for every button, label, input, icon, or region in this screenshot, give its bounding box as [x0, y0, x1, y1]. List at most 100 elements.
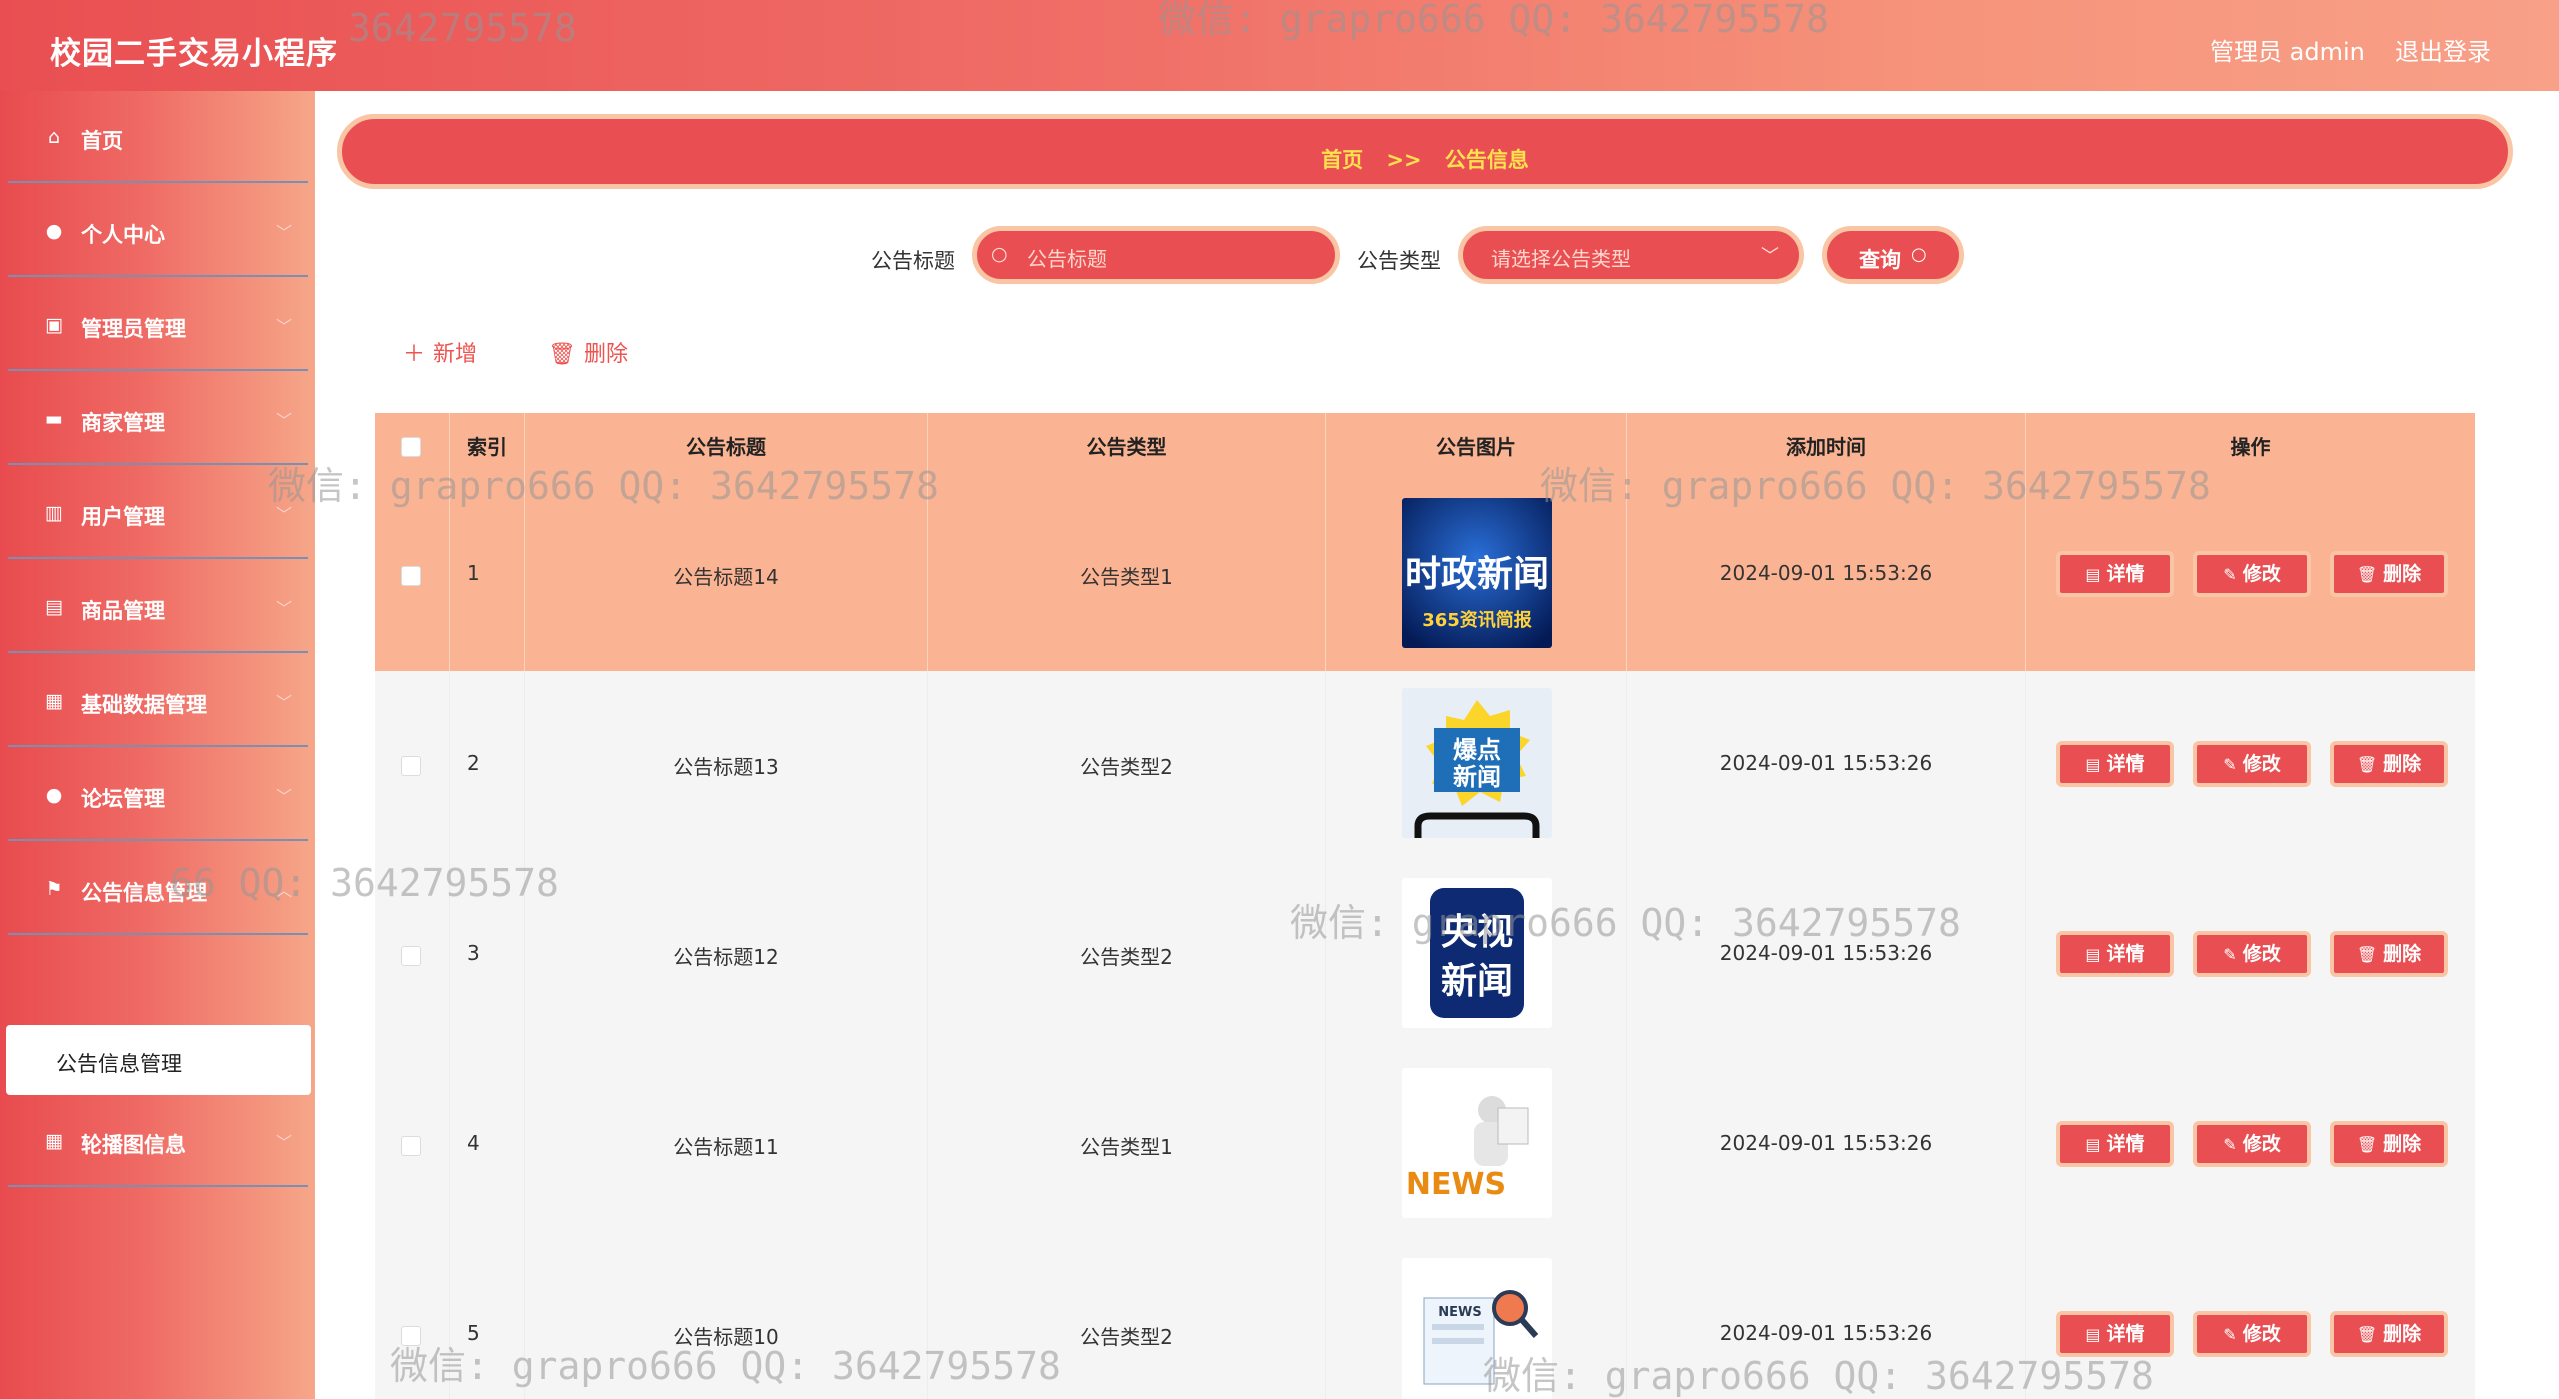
sidebar-item-label: 个人中心	[81, 223, 165, 247]
notice-image: 时政新闻 365资讯简报	[1402, 498, 1552, 648]
row-checkbox[interactable]	[401, 1326, 421, 1346]
notice-image: 央视 新闻	[1402, 878, 1552, 1028]
edit-button[interactable]: ✎ 修改	[2193, 931, 2311, 977]
edit-button[interactable]: ✎ 修改	[2193, 1121, 2311, 1167]
app-title: 校园二手交易小程序	[50, 36, 338, 72]
row-title: 公告标题10	[673, 1325, 779, 1349]
chevron-down-icon: ﹀	[276, 411, 293, 430]
sidebar-item-profile[interactable]: ● 个人中心 ﹀	[8, 185, 308, 277]
sidebar-subitem-notice-manage[interactable]: 公告信息管理	[6, 1025, 311, 1095]
sidebar-item-notice[interactable]: ⚑ 公告信息管理 ︿	[8, 843, 308, 935]
header-title: 公告标题	[525, 413, 928, 481]
add-button[interactable]: ＋ 新增	[403, 336, 477, 368]
batch-delete-button[interactable]: 🗑 删除	[548, 336, 628, 368]
row-time: 2024-09-01 15:53:26	[1719, 751, 1933, 775]
svg-text:NEWS: NEWS	[1406, 1167, 1506, 1202]
row-checkbox[interactable]	[401, 946, 421, 966]
chevron-down-icon: ﹀	[1761, 246, 1779, 267]
row-time: 2024-09-01 15:53:26	[1719, 1131, 1933, 1155]
edit-button[interactable]: ✎ 修改	[2193, 1311, 2311, 1357]
delete-button[interactable]: 🗑 删除	[2330, 1121, 2448, 1167]
svg-text:时政新闻: 时政新闻	[1405, 554, 1549, 595]
edit-icon: ✎	[2223, 945, 2237, 964]
user-icon: ●	[45, 220, 63, 242]
trash-icon: 🗑	[2356, 755, 2378, 774]
delete-button[interactable]: 🗑 删除	[2330, 931, 2448, 977]
chevron-up-icon: ︿	[276, 881, 293, 900]
notice-image: NEWS	[1402, 1258, 1552, 1399]
edit-button[interactable]: ✎ 修改	[2193, 741, 2311, 787]
chevron-down-icon: ﹀	[276, 223, 293, 242]
type-select-placeholder: 请选择公告类型	[1491, 247, 1631, 271]
document-icon: ▤	[2085, 755, 2101, 774]
sidebar-item-forum[interactable]: ● 论坛管理 ﹀	[8, 749, 308, 841]
query-button[interactable]: 查询 ○	[1822, 226, 1964, 284]
top-header: 校园二手交易小程序 管理员 admin 退出登录	[0, 0, 2559, 91]
archive-icon: ▤	[45, 596, 63, 618]
document-icon: ▤	[2085, 1325, 2101, 1344]
chart-icon: ▥	[45, 502, 63, 524]
add-button-label: 新增	[433, 342, 478, 367]
sidebar-item-label: 公告信息管理	[81, 881, 207, 905]
detail-button[interactable]: ▤ 详情	[2056, 551, 2174, 597]
sidebar-item-label: 轮播图信息	[81, 1133, 186, 1157]
row-checkbox[interactable]	[401, 566, 421, 586]
sidebar-item-merchants[interactable]: ▬ 商家管理 ﹀	[8, 373, 308, 465]
sidebar-item-label: 论坛管理	[81, 787, 165, 811]
sidebar-item-home[interactable]: ⌂ 首页	[8, 91, 308, 183]
search-icon: ○	[991, 243, 1008, 265]
delete-button[interactable]: 🗑 删除	[2330, 741, 2448, 787]
trash-icon: 🗑	[2356, 565, 2378, 584]
grid-icon: ▦	[45, 690, 63, 712]
sidebar-item-label: 首页	[81, 129, 123, 153]
sidebar-item-admins[interactable]: ▣ 管理员管理 ﹀	[8, 279, 308, 371]
chevron-down-icon: ﹀	[276, 317, 293, 336]
row-type: 公告类型2	[1080, 755, 1173, 779]
row-time: 2024-09-01 15:53:26	[1719, 1321, 1933, 1345]
chevron-down-icon: ﹀	[276, 787, 293, 806]
sidebar-item-carousel[interactable]: ▦ 轮播图信息 ﹀	[8, 1095, 308, 1187]
sidebar-item-base-data[interactable]: ▦ 基础数据管理 ﹀	[8, 655, 308, 747]
pin-icon: ●	[45, 784, 63, 806]
delete-button[interactable]: 🗑 删除	[2330, 551, 2448, 597]
breadcrumb-current: 公告信息	[1444, 148, 1529, 172]
row-title: 公告标题14	[673, 565, 779, 589]
svg-text:央视: 央视	[1441, 912, 1513, 953]
table-row: 1 公告标题14 公告类型1 时政新闻 365资讯简报 2024-09-01 1…	[375, 481, 2475, 671]
sidebar-item-users[interactable]: ▥ 用户管理 ﹀	[8, 467, 308, 559]
document-icon: ▤	[2085, 1135, 2101, 1154]
header-actions: 操作	[2230, 435, 2271, 459]
row-title: 公告标题11	[673, 1135, 779, 1159]
delete-button[interactable]: 🗑 删除	[2330, 1311, 2448, 1357]
logout-link[interactable]: 退出登录	[2395, 32, 2491, 67]
row-type: 公告类型1	[1080, 565, 1173, 589]
trash-icon: 🗑	[2356, 1135, 2378, 1154]
detail-button[interactable]: ▤ 详情	[2056, 931, 2174, 977]
plus-icon: ＋	[403, 342, 426, 367]
header-index: 索引	[450, 413, 525, 481]
notice-image: NEWS	[1402, 1068, 1552, 1218]
header-type: 公告类型	[928, 413, 1326, 481]
edit-button[interactable]: ✎ 修改	[2193, 551, 2311, 597]
detail-button[interactable]: ▤ 详情	[2056, 1311, 2174, 1357]
sidebar-item-goods[interactable]: ▤ 商品管理 ﹀	[8, 561, 308, 653]
detail-button[interactable]: ▤ 详情	[2056, 741, 2174, 787]
row-checkbox[interactable]	[401, 1136, 421, 1156]
sidebar-item-label: 用户管理	[81, 505, 165, 529]
detail-button[interactable]: ▤ 详情	[2056, 1121, 2174, 1167]
type-select-label: 公告类型	[1357, 249, 1441, 273]
title-search-label: 公告标题	[871, 249, 955, 273]
row-checkbox[interactable]	[401, 756, 421, 776]
home-icon: ⌂	[47, 126, 61, 148]
edit-icon: ✎	[2223, 565, 2237, 584]
table-row: 3 公告标题12 公告类型2 央视 新闻 2024-09-01 15:53:26…	[375, 861, 2475, 1051]
select-all-checkbox[interactable]	[401, 437, 421, 457]
title-search-placeholder: 公告标题	[1027, 247, 1107, 271]
breadcrumb-home[interactable]: 首页	[1321, 148, 1363, 172]
grid-icon: ▦	[45, 1130, 63, 1152]
document-icon: ▤	[2085, 945, 2101, 964]
row-type: 公告类型2	[1080, 945, 1173, 969]
title-search-input[interactable]: ○ 公告标题	[972, 226, 1340, 284]
type-select[interactable]: 请选择公告类型 ﹀	[1458, 226, 1804, 284]
edit-icon: ✎	[2223, 1135, 2237, 1154]
